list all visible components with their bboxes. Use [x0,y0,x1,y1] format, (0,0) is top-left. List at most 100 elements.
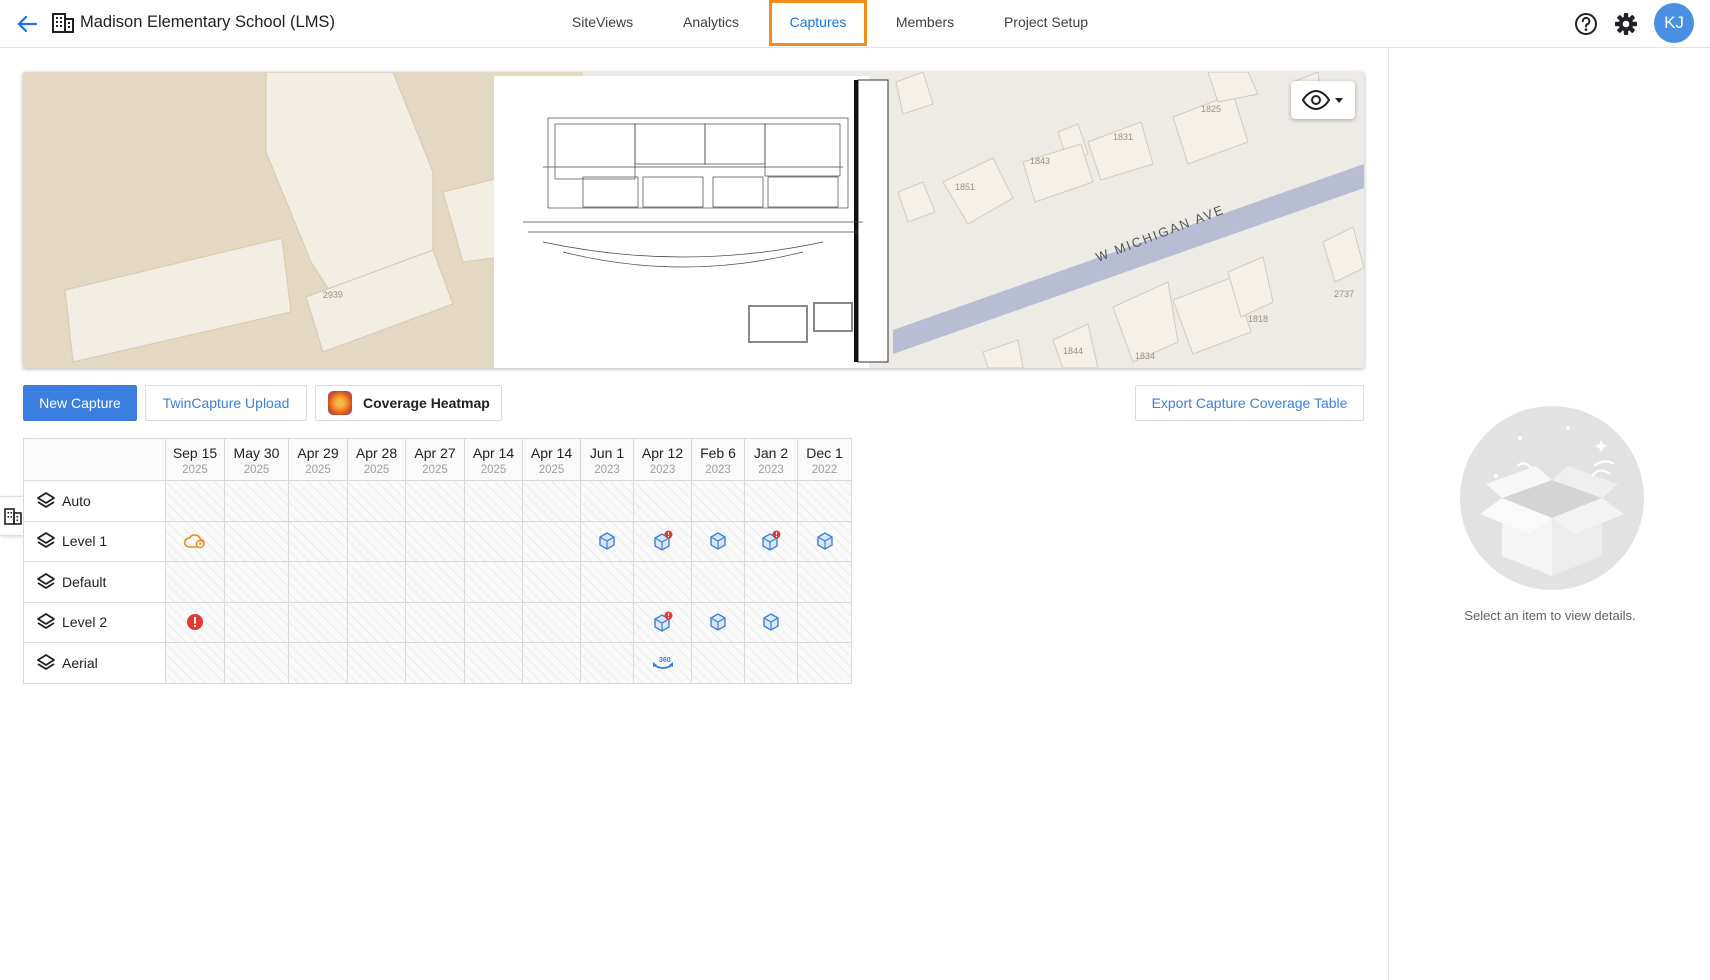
column-year: 2025 [305,464,331,476]
capture-cell[interactable] [165,561,225,603]
capture-cell[interactable] [797,601,852,643]
capture-cell[interactable] [464,520,523,562]
capture-cell[interactable] [691,642,745,684]
coverage-heatmap-button[interactable]: Coverage Heatmap [315,385,502,421]
capture-cell[interactable] [744,520,798,562]
capture-cell[interactable] [288,601,348,643]
capture-cell[interactable] [464,642,523,684]
capture-cell[interactable] [633,520,692,562]
capture-cell[interactable] [691,520,745,562]
capture-cell[interactable] [691,601,745,643]
capture-cell[interactable] [347,642,406,684]
capture-cell[interactable] [744,601,798,643]
capture-cell[interactable] [165,642,225,684]
column-header[interactable]: Apr 14 2025 [464,438,523,481]
capture-cell[interactable] [288,642,348,684]
capture-cell[interactable] [797,642,852,684]
capture-cell[interactable] [797,480,852,522]
tab-siteviews[interactable]: SiteViews [560,0,645,46]
capture-cell[interactable] [224,561,289,603]
column-header[interactable]: Apr 29 2025 [288,438,348,481]
row-label-level-1[interactable]: Level 1 [23,520,166,562]
user-avatar[interactable]: KJ [1654,3,1694,43]
capture-cell[interactable] [580,642,634,684]
capture-cell[interactable] [522,520,581,562]
capture-cell[interactable] [580,480,634,522]
column-year: 2025 [422,464,448,476]
row-label-default[interactable]: Default [23,561,166,603]
new-capture-button[interactable]: New Capture [23,385,137,421]
level-name: Level 1 [62,533,108,550]
capture-cell[interactable] [522,480,581,522]
coverage-heatmap-label: Coverage Heatmap [363,395,490,411]
capture-cell[interactable] [165,601,225,643]
capture-cell[interactable] [405,520,465,562]
capture-cell[interactable] [744,642,798,684]
capture-cell[interactable] [691,480,745,522]
view-toggle-button[interactable] [1291,81,1355,119]
back-arrow-icon[interactable] [14,12,40,36]
column-header[interactable]: Apr 14 2025 [522,438,581,481]
capture-cell[interactable] [288,520,348,562]
capture-cell[interactable] [522,561,581,603]
twincapture-upload-button[interactable]: TwinCapture Upload [145,385,307,421]
capture-cell[interactable] [633,601,692,643]
capture-cell[interactable] [347,520,406,562]
gear-icon[interactable] [1613,11,1639,37]
tab-captures[interactable]: Captures [769,0,867,46]
export-coverage-table-button[interactable]: Export Capture Coverage Table [1135,385,1364,421]
capture-cell[interactable] [633,561,692,603]
column-header[interactable]: Sep 15 2025 [165,438,225,481]
tab-project-setup[interactable]: Project Setup [996,0,1096,46]
column-header[interactable]: Dec 1 2022 [797,438,852,481]
column-header[interactable]: May 30 2025 [224,438,289,481]
column-header[interactable]: Jan 2 2023 [744,438,798,481]
capture-cell[interactable] [347,601,406,643]
capture-cell[interactable] [288,480,348,522]
capture-cell[interactable] [522,642,581,684]
pano-360-icon: 360 [651,654,675,670]
capture-cell[interactable] [744,561,798,603]
capture-cell[interactable] [691,561,745,603]
column-header[interactable]: Feb 6 2023 [691,438,745,481]
capture-cell[interactable] [580,520,634,562]
tab-analytics[interactable]: Analytics [670,0,752,46]
capture-cell[interactable] [288,561,348,603]
capture-cell[interactable] [347,561,406,603]
row-label-level-2[interactable]: Level 2 [23,601,166,643]
capture-cell[interactable] [405,561,465,603]
capture-cell[interactable] [580,601,634,643]
capture-cell[interactable] [744,480,798,522]
tab-members[interactable]: Members [882,0,968,46]
capture-cell[interactable] [464,561,523,603]
column-header[interactable]: Apr 27 2025 [405,438,465,481]
capture-cell[interactable] [165,480,225,522]
capture-cell[interactable] [797,561,852,603]
capture-cell[interactable] [347,480,406,522]
capture-cell[interactable] [224,642,289,684]
column-header[interactable]: Apr 12 2023 [633,438,692,481]
capture-cell[interactable] [580,561,634,603]
capture-cell[interactable] [224,480,289,522]
row-label-aerial[interactable]: Aerial [23,642,166,684]
floor-plan-overlay[interactable] [494,76,889,368]
capture-cell[interactable] [522,601,581,643]
table-header-row: Sep 15 2025 May 30 2025 Apr 29 2025 Apr 28 2… [23,438,852,481]
capture-cell[interactable] [464,480,523,522]
capture-cell[interactable] [797,520,852,562]
help-icon[interactable] [1573,11,1599,37]
column-date: Feb 6 [700,445,736,461]
site-map[interactable]: 2939 W MICHIGAN AVE 1825 1831 1843 1851 … [23,72,1364,368]
column-header[interactable]: Apr 28 2025 [347,438,406,481]
capture-cell[interactable] [405,480,465,522]
row-label-auto[interactable]: Auto [23,480,166,522]
capture-cell[interactable] [224,520,289,562]
capture-cell[interactable]: 360 [633,642,692,684]
capture-cell[interactable] [633,480,692,522]
capture-cell[interactable] [224,601,289,643]
capture-cell[interactable] [165,520,225,562]
capture-cell[interactable] [464,601,523,643]
capture-cell[interactable] [405,642,465,684]
capture-cell[interactable] [405,601,465,643]
column-header[interactable]: Jun 1 2023 [580,438,634,481]
